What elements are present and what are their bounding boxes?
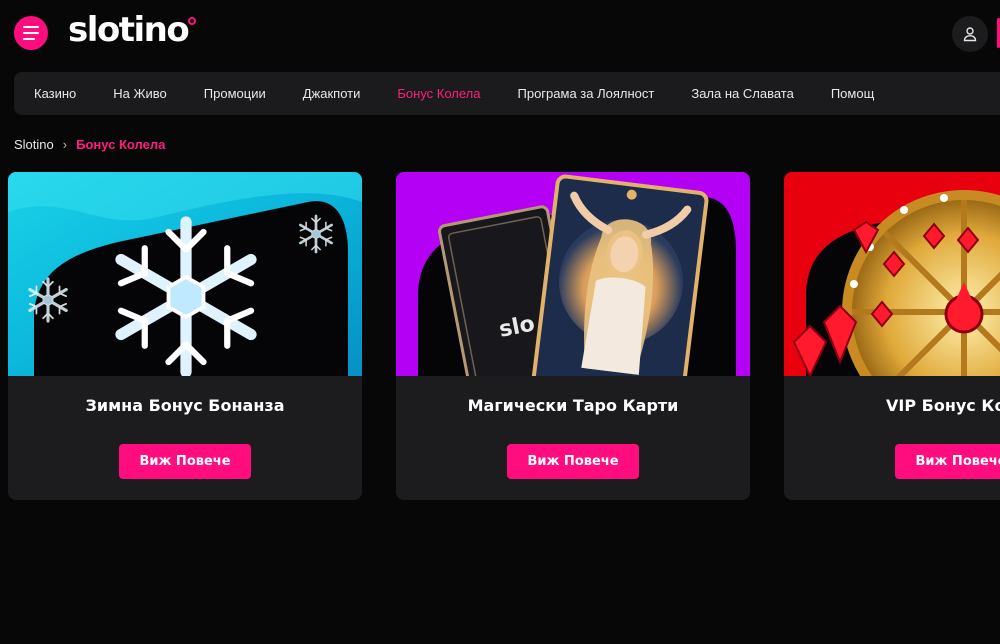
card-title: Зимна Бонус Бонанза [85,396,285,415]
view-more-button[interactable]: Виж Повече [119,444,251,479]
main-nav: Казино На Живо Промоции Джакпоти Бонус К… [14,72,1000,115]
nav-item-promotions[interactable]: Промоции [204,86,266,101]
header: slotino [0,0,1000,68]
tarot-cards-banner-image: slo [396,172,750,376]
promo-card-tarot: slo Магически Таро Карти Виж Повече [396,172,750,500]
breadcrumb-home-link[interactable]: Slotino [14,137,54,152]
view-more-button[interactable]: Виж Повече [507,444,639,479]
slotino-logo[interactable]: slotino [68,10,190,50]
golden-wheel-banner-image [784,172,1000,376]
chevron-right-icon: › [62,137,68,152]
promo-card-winter: Зимна Бонус Бонанза Виж Повече [8,172,362,500]
user-account-button[interactable] [952,16,988,52]
logo-ring-icon [188,17,196,25]
promo-card-vip: VIP Бонус Колело Виж Повече [784,172,1000,500]
hamburger-icon [23,26,39,28]
nav-item-help[interactable]: Помощ [831,86,874,101]
breadcrumb: Slotino › Бонус Колела [14,137,165,152]
nav-item-jackpots[interactable]: Джакпоти [303,86,361,101]
breadcrumb-current: Бонус Колела [76,137,166,152]
nav-item-loyalty[interactable]: Програма за Лоялност [518,86,655,101]
card-title: Магически Таро Карти [467,396,679,415]
view-more-button[interactable]: Виж Повече [895,444,1000,479]
nav-item-live[interactable]: На Живо [113,86,167,101]
nav-item-casino[interactable]: Казино [34,86,76,101]
user-icon [963,27,977,42]
card-title: VIP Бонус Колело [886,396,1000,415]
hamburger-menu-button[interactable] [14,16,48,50]
nav-item-bonus-wheels[interactable]: Бонус Колела [397,86,480,101]
nav-item-hall-of-fame[interactable]: Зала на Славата [691,86,793,101]
snowflake-banner-image [8,172,362,376]
